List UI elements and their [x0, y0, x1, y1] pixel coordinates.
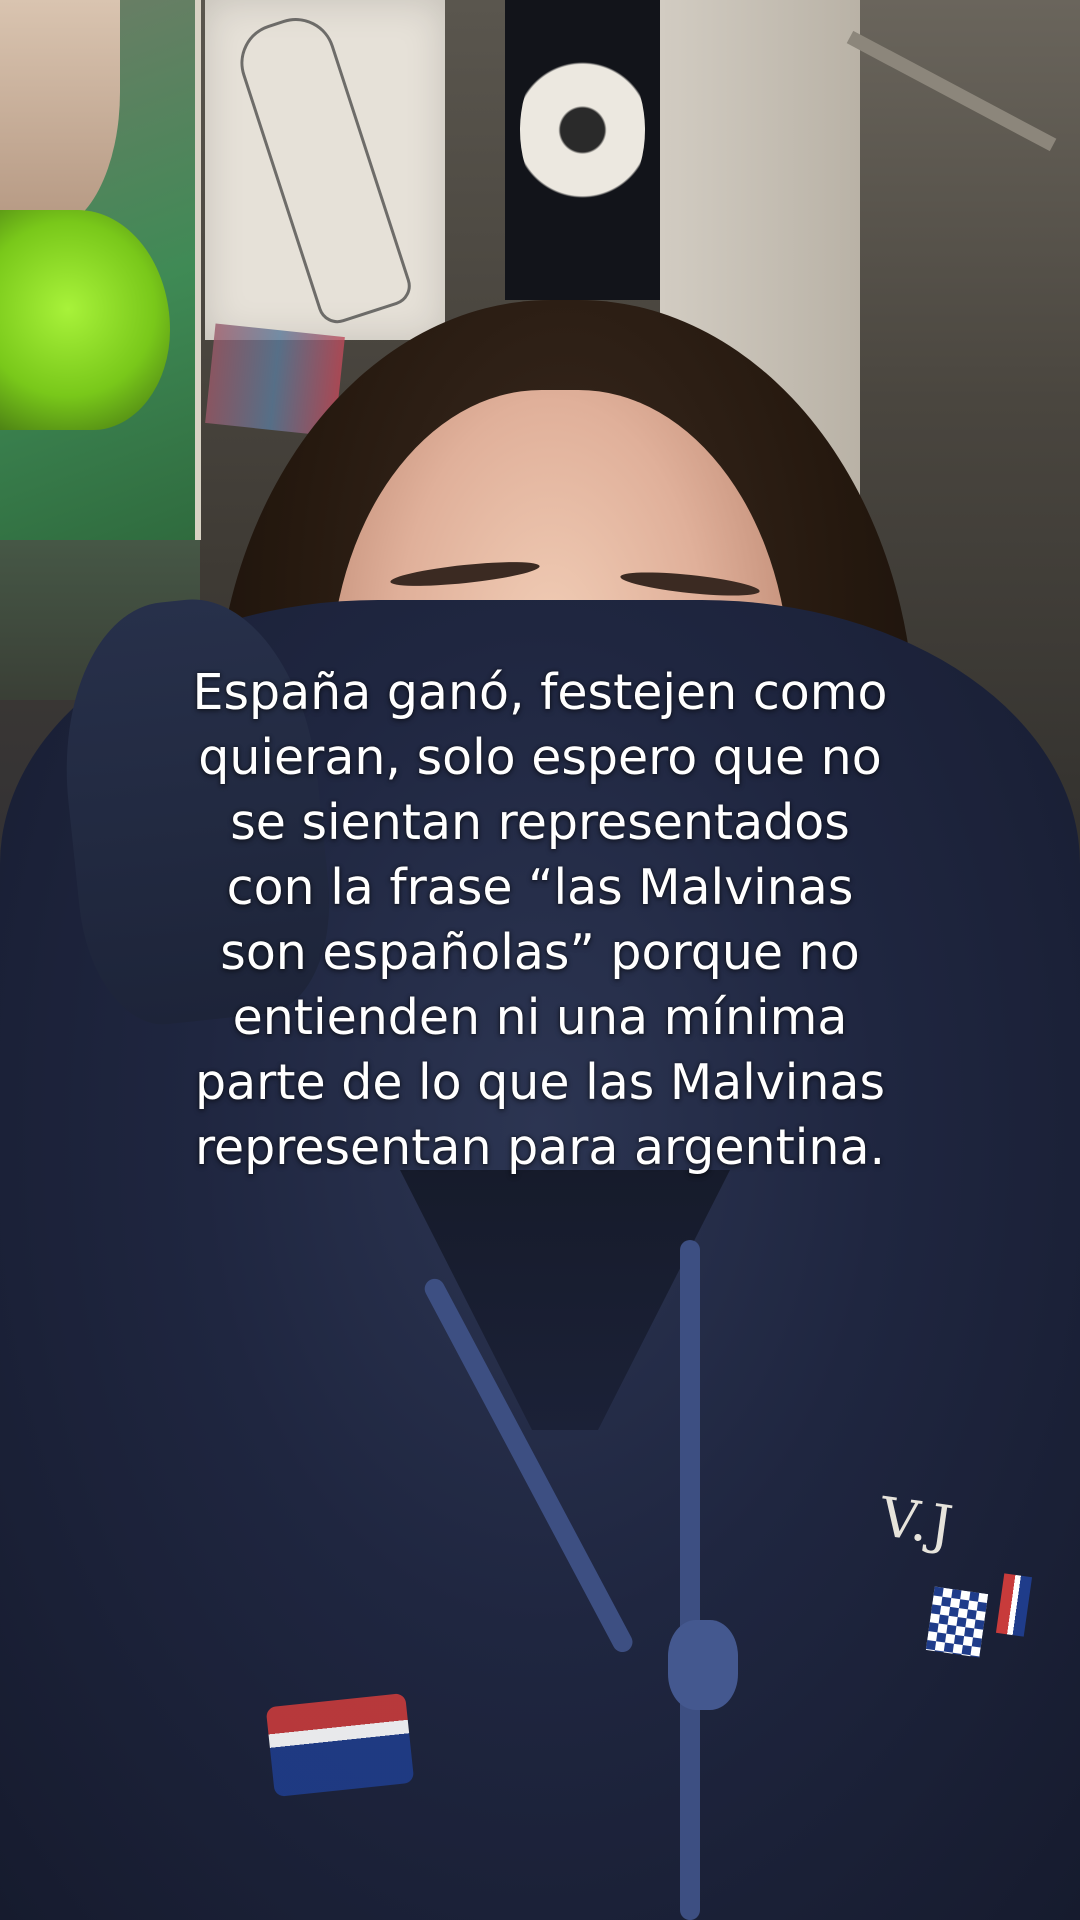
caption-line: representan para argentina. [194, 1119, 886, 1176]
caption-line: España ganó, festejen como [192, 664, 888, 721]
caption-line: son españolas” porque no [220, 924, 860, 981]
drawstring-knot [668, 1620, 738, 1710]
checkered-flag-embroidery [925, 1586, 989, 1658]
embroidered-text: V.J [875, 1485, 959, 1558]
caption-line: quieran, solo espero que no [198, 729, 882, 786]
caption-line: se sientan representados [230, 794, 850, 851]
caption-line: entienden ni una mínima [232, 989, 848, 1046]
caption-overlay: España ganó, festejen como quieran, solo… [60, 660, 1020, 1180]
drawing-race-car [205, 0, 445, 340]
drawstring-right [680, 1240, 700, 1920]
caption-line: con la frase “las Malvinas [226, 859, 854, 916]
video-frame: V.J España ganó, festejen como quieran, … [0, 0, 1080, 1920]
embroidered-logo-patch [265, 1692, 415, 1798]
drawing-sunflower [505, 0, 660, 300]
caption-line: parte de lo que las Malvinas [195, 1054, 885, 1111]
